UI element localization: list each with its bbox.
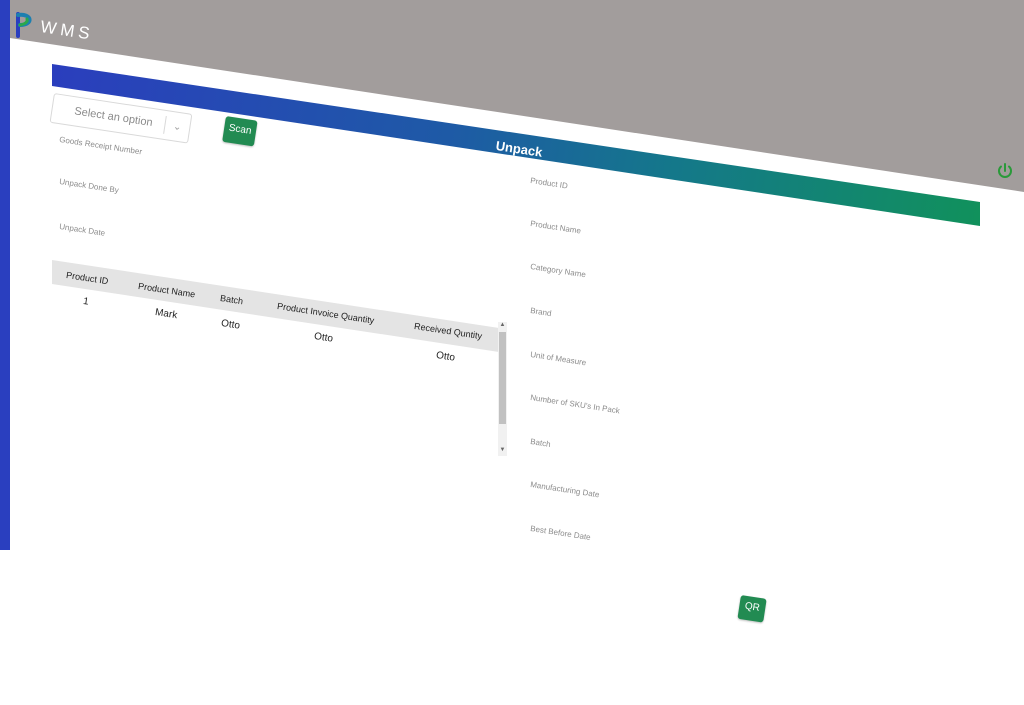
skus-in-pack-label: Number of SKU's In Pack [529,393,621,416]
cell-batch: Otto [220,318,241,332]
unpack-done-by-label: Unpack Done By [58,177,120,195]
left-accent-rail [0,0,10,550]
scan-button[interactable]: Scan [222,116,258,147]
best-before-date-label: Best Before Date [529,524,592,543]
manufacturing-date-label: Manufacturing Date [529,480,601,500]
unpack-screen: WMS Unpack Select an option ⌄ Scan Goods… [0,0,1024,705]
product-id-label: Product ID [529,176,569,191]
unpack-date-label: Unpack Date [58,222,106,238]
cell-received-quantity: Otto [435,350,456,364]
batch-label: Batch [529,437,552,449]
cell-product-id: 1 [82,296,90,308]
table-scrollbar-thumb[interactable] [499,332,506,424]
cell-product-name: Mark [154,307,178,322]
unit-of-measure-label: Unit of Measure [529,350,587,368]
scroll-up-arrow-icon[interactable]: ▲ [498,322,507,328]
top-app-bar [10,0,1024,192]
cell-product-invoice-quantity: Otto [313,331,334,345]
select-placeholder: Select an option [73,105,154,130]
chevron-down-icon: ⌄ [172,120,183,133]
product-name-label: Product Name [529,219,582,236]
power-icon[interactable] [996,162,1014,180]
brand-label: Brand [529,306,553,319]
p-logo-icon [16,12,32,38]
goods-receipt-number-label: Goods Receipt Number [58,135,143,157]
qr-button[interactable]: QR [737,595,767,623]
category-name-label: Category Name [529,262,587,280]
scroll-down-arrow-icon[interactable]: ▼ [498,447,507,453]
